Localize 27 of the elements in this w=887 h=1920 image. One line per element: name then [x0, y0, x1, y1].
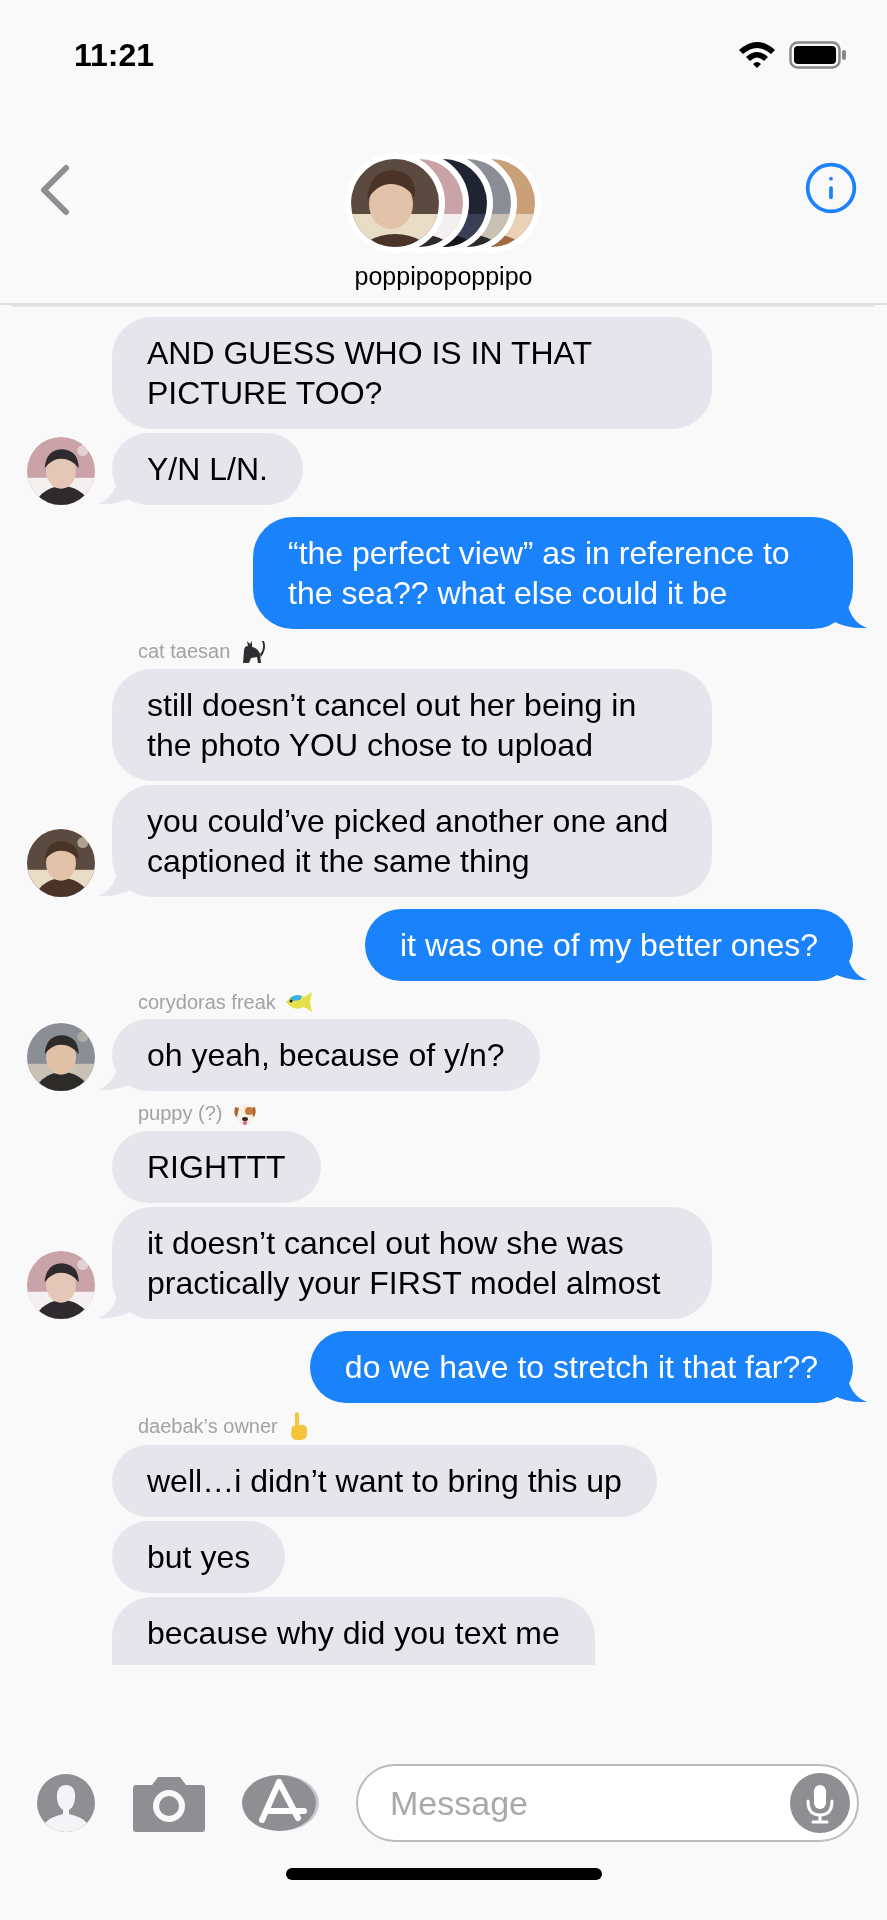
received-message: still doesn’t cancel out her being in the photo YOU chose to upload: [112, 669, 712, 781]
microphone-icon[interactable]: [790, 1773, 850, 1833]
sender-name: puppy (?): [138, 1101, 223, 1125]
received-message: because why did you text me: [112, 1597, 595, 1665]
received-message: RIGHTTT: [112, 1131, 321, 1203]
received-message: it doesn’t cancel out how she was practically your FIRST model almost: [112, 1207, 712, 1319]
sender-name: cat taesan: [138, 639, 231, 663]
sent-message: “the perfect view” as in reference to the sea?? what else could it be: [253, 517, 853, 629]
info-button[interactable]: [803, 160, 859, 216]
conversation-title[interactable]: poppipopoppipo: [354, 262, 533, 291]
sent-message: do we have to stretch it that far??: [309, 1331, 853, 1403]
sender-name: daebak’s owner: [138, 1414, 278, 1438]
received-message: well…i didn’t want to bring this up: [112, 1445, 657, 1517]
apps-button[interactable]: [242, 1774, 320, 1832]
clock: 11:21: [74, 36, 155, 74]
sender-name: corydoras freak: [138, 990, 276, 1014]
sent-message: it was one of my better ones?: [365, 909, 853, 981]
message-field[interactable]: Message: [356, 1764, 859, 1842]
received-message: oh yeah, because of y/n?: [112, 1019, 540, 1091]
wifi-icon: [737, 40, 777, 70]
fish-icon: [283, 989, 314, 1015]
received-message: but yes: [112, 1521, 286, 1593]
received-message: AND GUESS WHO IS IN THAT PICTURE TOO?: [112, 317, 712, 429]
received-message: Y/N L/N.: [112, 433, 303, 505]
received-message: you could’ve picked another one and captioned it the same thing: [112, 785, 712, 897]
contact-button[interactable]: [36, 1773, 96, 1833]
battery-icon: [789, 41, 847, 69]
